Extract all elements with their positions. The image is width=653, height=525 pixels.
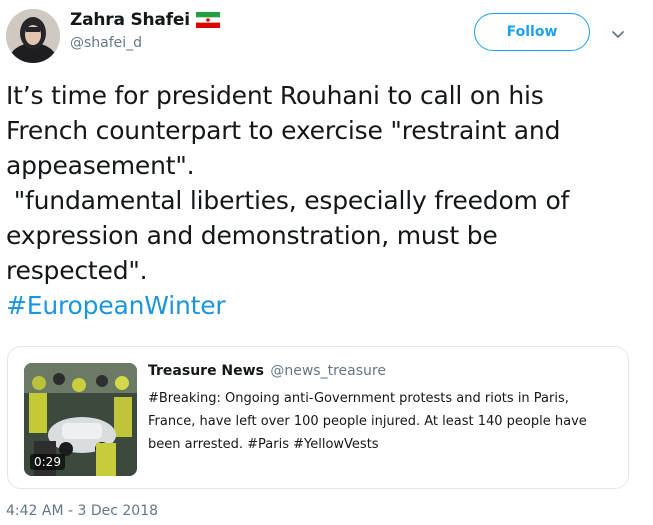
quoted-text-line: been arrested. #Paris #YellowVests xyxy=(148,437,379,452)
quoted-author-handle[interactable]: @news_treasure xyxy=(270,363,386,379)
quoted-tweet-card[interactable]: 0:29 Treasure News @news_treasure #Break… xyxy=(7,346,629,489)
tweet-header: Zahra Shafei @shafei_d Follow xyxy=(0,0,653,70)
tweet-text-line: It’s time for president Rouhani to call … xyxy=(6,81,544,110)
tweet-text-line: expression and demonstration, must be xyxy=(6,221,498,250)
author-handle[interactable]: @shafei_d xyxy=(70,35,142,51)
chevron-down-icon[interactable] xyxy=(610,26,626,38)
tweet-text-line: French counterpart to exercise "restrain… xyxy=(6,116,561,145)
tweet-text-line: respected". xyxy=(6,256,148,285)
tweet-text: It’s time for president Rouhani to call … xyxy=(6,78,646,323)
tweet-text-line: "fundamental liberties, especially freed… xyxy=(6,186,570,215)
follow-button[interactable]: Follow xyxy=(474,13,590,51)
author-name-row: Zahra Shafei xyxy=(70,10,220,30)
quoted-text-line: #Breaking: Ongoing anti-Government prote… xyxy=(148,391,569,406)
quoted-author-name[interactable]: Treasure News xyxy=(148,363,264,379)
quoted-tweet-header: Treasure News @news_treasure xyxy=(148,363,386,379)
avatar[interactable] xyxy=(6,9,60,63)
avatar-image xyxy=(6,9,60,63)
quoted-tweet-text: #Breaking: Ongoing anti-Government prote… xyxy=(148,387,618,456)
tweet-text-line: appeasement". xyxy=(6,151,195,180)
tweet-timestamp[interactable]: 4:42 AM - 3 Dec 2018 xyxy=(6,503,158,519)
video-duration-badge: 0:29 xyxy=(30,454,65,470)
hashtag-link[interactable]: #EuropeanWinter xyxy=(6,291,226,320)
iran-flag-icon xyxy=(195,12,220,28)
author-display-name[interactable]: Zahra Shafei xyxy=(70,10,190,30)
quoted-text-line: France, have left over 100 people injure… xyxy=(148,414,587,429)
video-thumbnail[interactable]: 0:29 xyxy=(24,363,137,476)
